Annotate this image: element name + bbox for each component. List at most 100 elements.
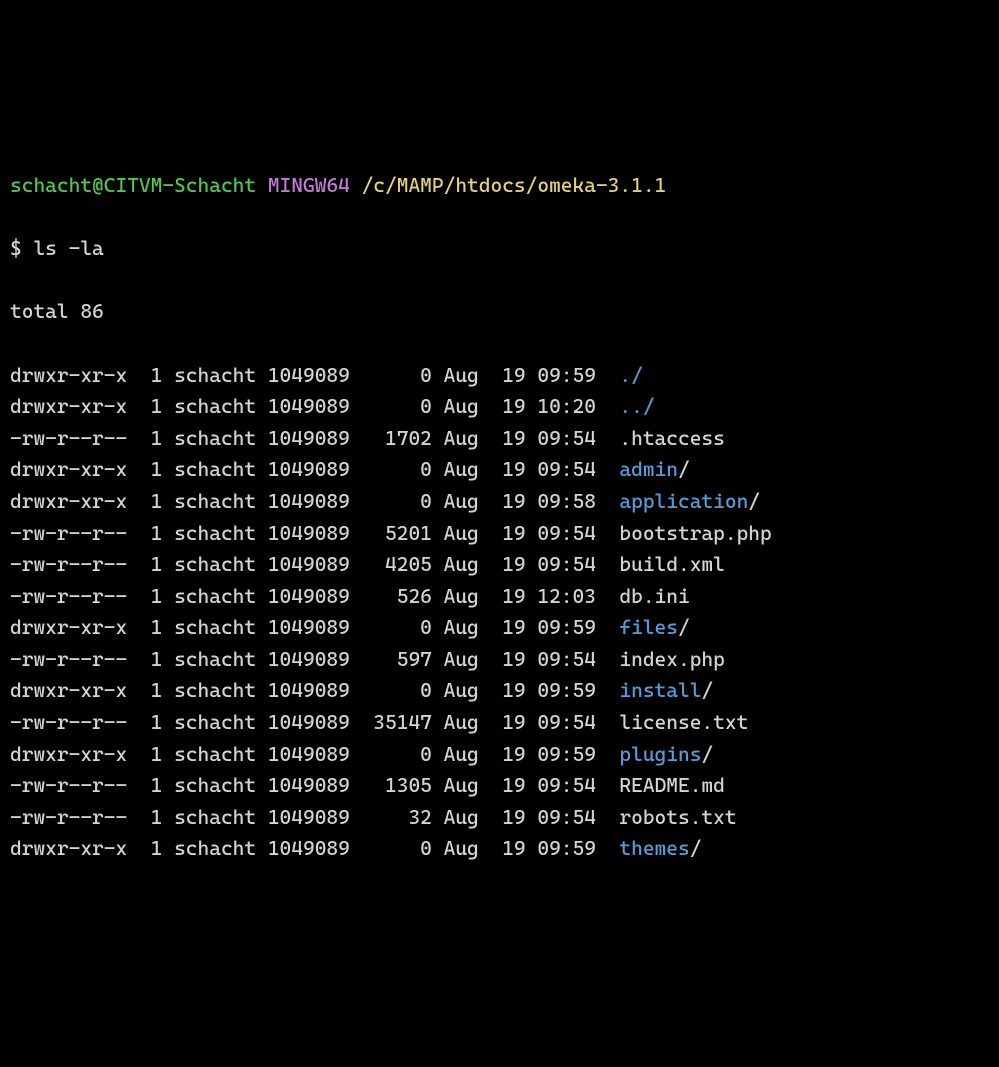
col-links: 1 — [139, 612, 162, 644]
col-perm: -rw-r--r-- — [10, 423, 139, 455]
terminal-output[interactable]: schacht@CITVM-Schacht MINGW64 /c/MAMP/ht… — [10, 138, 989, 896]
listing-row: -rw-r--r--1 schacht104908932 Aug19 09:54… — [10, 802, 989, 834]
col-month: Aug — [444, 770, 491, 802]
col-links: 1 — [139, 802, 162, 834]
total-line: total 86 — [10, 296, 989, 328]
col-links: 1 — [139, 644, 162, 676]
col-owner: schacht — [174, 644, 268, 676]
file-name: db.ini — [619, 584, 689, 608]
listing-row: -rw-r--r--1 schacht10490895201 Aug19 09:… — [10, 518, 989, 550]
col-day: 19 — [490, 770, 525, 802]
col-perm: -rw-r--r-- — [10, 770, 139, 802]
listing-row: -rw-r--r--1 schacht104908935147 Aug19 09… — [10, 707, 989, 739]
col-month: Aug — [444, 644, 491, 676]
listing-row: -rw-r--r--1 schacht1049089597 Aug19 09:5… — [10, 644, 989, 676]
dir-name: application — [619, 489, 748, 513]
col-day: 19 — [490, 549, 525, 581]
col-group: 1049089 — [268, 581, 362, 613]
dir-slash: / — [678, 457, 690, 481]
col-group: 1049089 — [268, 360, 362, 392]
col-owner: schacht — [174, 549, 268, 581]
col-links: 1 — [139, 675, 162, 707]
col-time: 09:59 — [537, 675, 607, 707]
col-size: 526 — [362, 581, 432, 613]
dir-slash: / — [701, 678, 713, 702]
col-group: 1049089 — [268, 770, 362, 802]
file-name: README.md — [619, 773, 724, 797]
col-perm: -rw-r--r-- — [10, 707, 139, 739]
file-name: .htaccess — [619, 426, 724, 450]
listing-row: drwxr-xr-x1 schacht10490890 Aug19 09:58 … — [10, 486, 989, 518]
dir-name: files — [619, 615, 678, 639]
col-perm: -rw-r--r-- — [10, 549, 139, 581]
file-name: license.txt — [619, 710, 748, 734]
col-perm: -rw-r--r-- — [10, 518, 139, 550]
file-name: admin/ — [619, 457, 689, 481]
col-perm: drwxr-xr-x — [10, 486, 139, 518]
dir-slash: / — [690, 836, 702, 860]
col-size: 1305 — [362, 770, 432, 802]
col-links: 1 — [139, 707, 162, 739]
col-group: 1049089 — [268, 486, 362, 518]
command-line: $ ls -la — [10, 233, 989, 265]
listing-row: drwxr-xr-x1 schacht10490890 Aug19 09:59 … — [10, 833, 989, 865]
col-owner: schacht — [174, 612, 268, 644]
col-owner: schacht — [174, 675, 268, 707]
col-size: 1702 — [362, 423, 432, 455]
dir-name: plugins — [619, 742, 701, 766]
dir-slash: / — [678, 615, 690, 639]
col-month: Aug — [444, 518, 491, 550]
col-owner: schacht — [174, 770, 268, 802]
listing-row: drwxr-xr-x1 schacht10490890 Aug19 09:54 … — [10, 454, 989, 486]
col-month: Aug — [444, 675, 491, 707]
file-name: install/ — [619, 678, 713, 702]
file-name: themes/ — [619, 836, 701, 860]
file-name: ./ — [619, 363, 642, 387]
col-day: 19 — [490, 675, 525, 707]
col-owner: schacht — [174, 518, 268, 550]
col-day: 19 — [490, 454, 525, 486]
file-name: application/ — [619, 489, 760, 513]
col-owner: schacht — [174, 707, 268, 739]
file-name: bootstrap.php — [619, 521, 771, 545]
col-day: 19 — [490, 707, 525, 739]
col-group: 1049089 — [268, 675, 362, 707]
col-day: 19 — [490, 486, 525, 518]
file-name: files/ — [619, 615, 689, 639]
col-time: 09:54 — [537, 707, 607, 739]
col-links: 1 — [139, 739, 162, 771]
col-size: 0 — [362, 833, 432, 865]
col-time: 09:59 — [537, 833, 607, 865]
col-time: 09:54 — [537, 423, 607, 455]
col-month: Aug — [444, 739, 491, 771]
col-owner: schacht — [174, 486, 268, 518]
col-size: 4205 — [362, 549, 432, 581]
col-group: 1049089 — [268, 739, 362, 771]
col-size: 5201 — [362, 518, 432, 550]
col-month: Aug — [444, 549, 491, 581]
command-text: ls -la — [33, 236, 103, 260]
dir-name: themes — [619, 836, 689, 860]
col-perm: drwxr-xr-x — [10, 833, 139, 865]
col-owner: schacht — [174, 360, 268, 392]
col-perm: drwxr-xr-x — [10, 454, 139, 486]
col-owner: schacht — [174, 581, 268, 613]
col-group: 1049089 — [268, 802, 362, 834]
col-group: 1049089 — [268, 833, 362, 865]
col-perm: -rw-r--r-- — [10, 802, 139, 834]
file-name: build.xml — [619, 552, 724, 576]
listing-row: drwxr-xr-x1 schacht10490890 Aug19 09:59 … — [10, 739, 989, 771]
col-time: 10:20 — [537, 391, 607, 423]
col-size: 0 — [362, 675, 432, 707]
col-month: Aug — [444, 833, 491, 865]
listing-row: drwxr-xr-x1 schacht10490890 Aug19 09:59 … — [10, 612, 989, 644]
listing-row: drwxr-xr-x1 schacht10490890 Aug19 09:59 … — [10, 675, 989, 707]
col-group: 1049089 — [268, 391, 362, 423]
col-time: 09:54 — [537, 644, 607, 676]
file-listing: drwxr-xr-x1 schacht10490890 Aug19 09:59 … — [10, 360, 989, 866]
col-perm: -rw-r--r-- — [10, 644, 139, 676]
col-links: 1 — [139, 360, 162, 392]
col-time: 09:58 — [537, 486, 607, 518]
col-owner: schacht — [174, 802, 268, 834]
listing-row: -rw-r--r--1 schacht1049089526 Aug19 12:0… — [10, 581, 989, 613]
